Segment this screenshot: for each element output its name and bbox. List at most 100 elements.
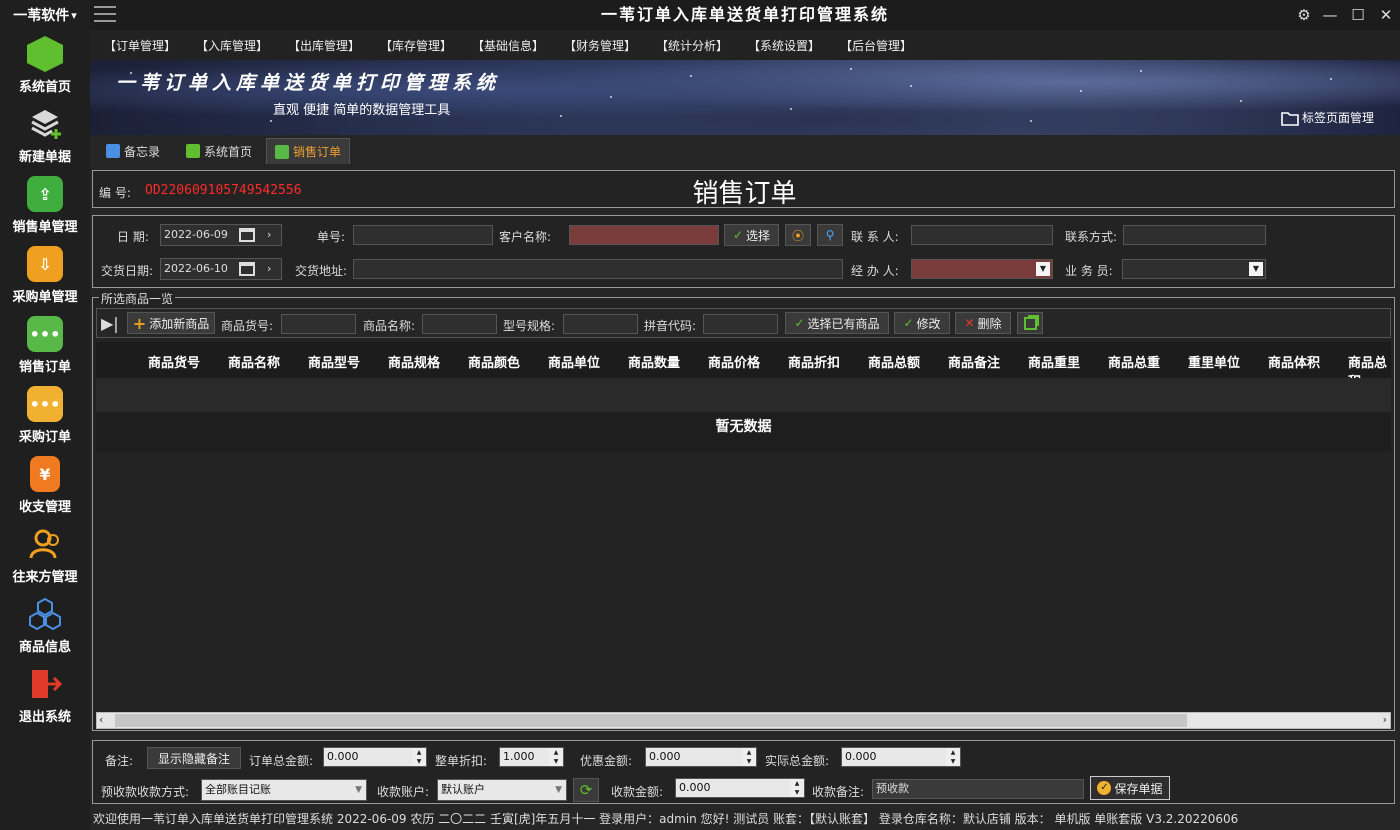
save-button[interactable]: ✓ 保存单据 (1090, 776, 1170, 800)
column-header[interactable]: 商品备注 (948, 352, 1000, 371)
column-header[interactable]: 商品型号 (308, 352, 360, 371)
sidebar-item-home[interactable]: 系统首页 (0, 32, 90, 102)
tab-label: 系统首页 (204, 144, 253, 159)
discount-value: 1.000 (503, 750, 535, 763)
menu-settings[interactable]: 【系统设置】 (748, 37, 820, 54)
spinner-icon[interactable]: ▲ ▼ (742, 748, 756, 766)
handler-select[interactable]: ▼ (911, 259, 1053, 279)
menu-admin[interactable]: 【后台管理】 (840, 37, 912, 54)
customer-input[interactable] (569, 225, 719, 245)
edit-button[interactable]: ✓ 修改 (894, 312, 950, 334)
handler-label: 经 办 人: (851, 264, 899, 278)
menu-stats[interactable]: 【统计分析】 (656, 37, 728, 54)
copy-button[interactable] (1017, 312, 1043, 334)
spinner-icon[interactable]: ▲ ▼ (946, 748, 960, 766)
sidebar-item-finance[interactable]: ¥ 收支管理 (0, 452, 90, 522)
pinyin-input[interactable] (703, 314, 778, 334)
column-header[interactable]: 商品体积 (1268, 352, 1320, 371)
close-button[interactable]: ✕ (1375, 4, 1397, 26)
location-pin-icon[interactable]: ⦿ (785, 224, 811, 246)
receipt-note-input[interactable]: 预收款 (872, 779, 1084, 799)
discount-input[interactable]: 1.000 ▲ ▼ (499, 747, 564, 767)
coupon-input[interactable]: 0.000 ▲ ▼ (645, 747, 757, 767)
spinner-icon[interactable]: ▲ ▼ (790, 779, 804, 797)
sidebar-item-new-doc[interactable]: 新建单据 (0, 102, 90, 172)
search-icon[interactable]: ⚲ (817, 224, 843, 246)
select-customer-button[interactable]: ✓ 选择 (724, 224, 779, 246)
sidebar-item-partners[interactable]: 往来方管理 (0, 522, 90, 592)
toggle-note-button[interactable]: 显示隐藏备注 (147, 747, 241, 769)
menu-outbound[interactable]: 【出库管理】 (288, 37, 360, 54)
chevron-left-icon[interactable]: ‹ (99, 713, 103, 726)
menu-inbound[interactable]: 【入库管理】 (196, 37, 268, 54)
banner-title: 一苇订单入库单送货单打印管理系统 (116, 72, 501, 94)
menu-finance[interactable]: 【财务管理】 (564, 37, 636, 54)
brand[interactable]: 一苇软件 ▾ (0, 0, 90, 30)
menu-basic[interactable]: 【基础信息】 (472, 37, 544, 54)
spinner-icon[interactable]: ▲ ▼ (549, 748, 563, 766)
prepay-method-select[interactable]: 全部账目记账 ▼ (201, 779, 367, 801)
column-header[interactable]: 商品数量 (628, 352, 680, 371)
tab-memo[interactable]: 备忘录 (98, 138, 168, 164)
delete-label: 删除 (977, 316, 1002, 331)
table-row[interactable] (96, 378, 1391, 412)
name-input[interactable] (422, 314, 497, 334)
column-header[interactable]: 重里单位 (1188, 352, 1240, 371)
sidebar-item-sales-doc[interactable]: ⇪ 销售单管理 (0, 172, 90, 242)
tab-sales-order[interactable]: 销售订单 (266, 138, 351, 164)
contact-input[interactable] (911, 225, 1053, 245)
scrollbar-thumb[interactable] (115, 714, 1187, 727)
hamburger-menu-icon[interactable] (94, 6, 116, 24)
add-product-label: 添加新商品 (149, 316, 210, 331)
doc-no-input[interactable] (353, 225, 493, 245)
sidebar-item-label: 往来方管理 (12, 570, 78, 585)
code-input[interactable] (281, 314, 356, 334)
sidebar-item-products[interactable]: 商品信息 (0, 592, 90, 662)
sidebar-item-purchase-doc[interactable]: ⇩ 采购单管理 (0, 242, 90, 312)
menu-stock[interactable]: 【库存管理】 (380, 37, 452, 54)
tab-manager-button[interactable]: 标签页面管理 (1281, 109, 1374, 126)
column-header[interactable]: 商品重里 (1028, 352, 1080, 371)
salesman-select[interactable]: ▼ (1122, 259, 1266, 279)
delivery-date-label: 交货日期: (101, 264, 154, 278)
amount-input[interactable]: 0.000 ▲ ▼ (675, 778, 805, 798)
play-end-icon[interactable]: ▶| (101, 314, 119, 333)
column-header[interactable]: 商品规格 (388, 352, 440, 371)
maximize-button[interactable]: ☐ (1347, 4, 1369, 26)
account-select[interactable]: 默认账户 ▼ (437, 779, 567, 801)
contact-way-input[interactable] (1123, 225, 1266, 245)
column-header[interactable]: 商品颜色 (468, 352, 520, 371)
spinner-icon[interactable]: ▲ ▼ (412, 748, 426, 766)
column-header[interactable]: 商品总重 (1108, 352, 1160, 371)
add-product-button[interactable]: + 添加新商品 (127, 312, 215, 334)
actual-total-input[interactable]: 0.000 ▲ ▼ (841, 747, 961, 767)
choose-existing-button[interactable]: ✓ 选择已有商品 (785, 312, 889, 334)
sidebar-item-exit[interactable]: 退出系统 (0, 662, 90, 732)
column-header[interactable]: 商品货号 (148, 352, 200, 371)
horizontal-scrollbar[interactable]: ‹ › (96, 712, 1391, 729)
column-header[interactable]: 商品总额 (868, 352, 920, 371)
date-picker[interactable]: 2022-06-09 › (160, 224, 282, 246)
column-header[interactable]: 商品名称 (228, 352, 280, 371)
delivery-addr-input[interactable] (353, 259, 843, 279)
sidebar-item-sales-order[interactable]: ••• 销售订单 (0, 312, 90, 382)
menu-order[interactable]: 【订单管理】 (104, 37, 176, 54)
sidebar-item-purchase-order[interactable]: ••• 采购订单 (0, 382, 90, 452)
delete-button[interactable]: ✕ 删除 (955, 312, 1011, 334)
column-header[interactable]: 商品价格 (708, 352, 760, 371)
minimize-button[interactable]: — (1319, 4, 1341, 26)
tab-home[interactable]: 系统首页 (178, 138, 260, 164)
delivery-date-picker[interactable]: 2022-06-10 › (160, 258, 282, 280)
order-total-input[interactable]: 0.000 ▲ ▼ (323, 747, 427, 767)
column-header[interactable]: 商品单位 (548, 352, 600, 371)
amount-value: 0.000 (679, 781, 711, 794)
settings-icon[interactable]: ⚙ (1293, 4, 1315, 26)
column-header[interactable]: 商品总积 (1348, 352, 1391, 378)
refresh-button[interactable]: ⟳ (573, 778, 599, 802)
chat-dots-icon (275, 144, 289, 159)
spec-input[interactable] (563, 314, 638, 334)
spec-label: 型号规格: (503, 319, 556, 333)
chevron-right-icon[interactable]: › (1383, 713, 1387, 726)
column-header[interactable]: 商品折扣 (788, 352, 840, 371)
refresh-icon: ⟳ (579, 781, 593, 799)
